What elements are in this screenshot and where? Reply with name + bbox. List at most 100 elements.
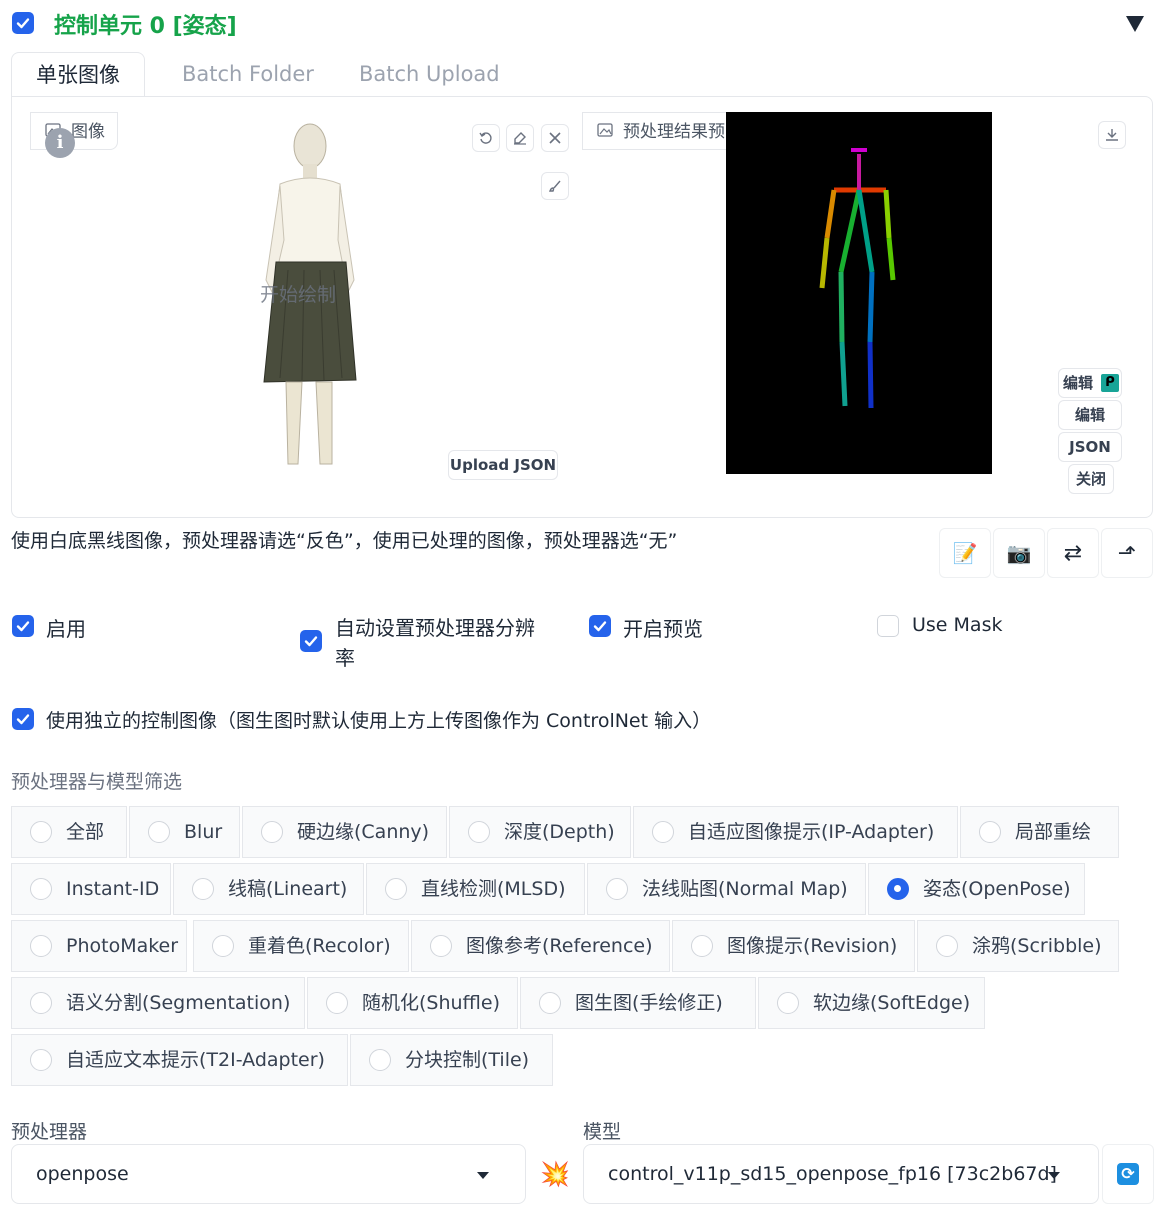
info-icon[interactable]: i <box>45 128 75 158</box>
radio-button[interactable] <box>30 878 52 900</box>
filter-option[interactable]: 全部 <box>11 806 127 858</box>
upload-json-button[interactable]: Upload JSON <box>448 450 558 480</box>
radio-button[interactable] <box>936 935 958 957</box>
arrow-up-right-icon: ⬏ <box>1117 540 1137 566</box>
start-drawing-label: 开始绘制 <box>260 284 337 306</box>
radio-button[interactable] <box>30 992 52 1014</box>
filter-option[interactable]: 硬边缘(Canny) <box>242 806 447 858</box>
radio-button[interactable] <box>606 878 628 900</box>
filter-option-label: 图生图(手绘修正) <box>575 992 723 1014</box>
filter-option[interactable]: 重着色(Recolor) <box>193 920 409 972</box>
tab-batch-folder[interactable]: Batch Folder <box>182 52 314 96</box>
radio-button[interactable] <box>192 878 214 900</box>
radio-button[interactable] <box>385 878 407 900</box>
radio-button[interactable] <box>468 821 490 843</box>
radio-button[interactable] <box>979 821 1001 843</box>
image-label: 图像 <box>71 122 105 142</box>
close-preview-button[interactable]: 关闭 <box>1068 464 1114 494</box>
triangle-down-icon[interactable] <box>1126 16 1144 32</box>
download-icon[interactable] <box>1098 121 1126 149</box>
independent-image-label: 使用独立的控制图像（图生图时默认使用上方上传图像作为 ControlNet 输入… <box>46 710 712 732</box>
filter-option[interactable]: 法线贴图(Normal Map) <box>587 863 866 915</box>
model-dropdown[interactable]: control_v11p_sd15_openpose_fp16 [73c2b67… <box>583 1144 1099 1204</box>
radio-button[interactable] <box>212 935 234 957</box>
send-dimensions-button[interactable]: ⬏ <box>1101 528 1153 578</box>
preview-label: 预处理结果预览 <box>623 122 742 142</box>
filter-option[interactable]: 局部重绘 <box>960 806 1119 858</box>
filter-option-label: PhotoMaker <box>66 935 179 957</box>
filter-option[interactable]: 分块控制(Tile) <box>350 1034 553 1086</box>
run-preprocessor-button[interactable]: 💥 <box>529 1144 581 1204</box>
radio-button[interactable] <box>777 992 799 1014</box>
preprocessor-value: openpose <box>36 1163 129 1185</box>
webcam-button[interactable]: 📷 <box>993 528 1045 578</box>
filter-option[interactable]: Instant-ID <box>11 863 171 915</box>
unit-enable-checkbox[interactable] <box>12 12 34 34</box>
filter-option[interactable]: 姿态(OpenPose) <box>868 863 1085 915</box>
filter-option-label: 自适应图像提示(IP-Adapter) <box>688 821 935 843</box>
filter-option[interactable]: 随机化(Shuffle) <box>307 977 518 1029</box>
radio-button[interactable] <box>887 878 909 900</box>
image-canvas[interactable]: 开始绘制 <box>30 112 580 472</box>
filter-option[interactable]: 直线检测(MLSD) <box>366 863 585 915</box>
brush-icon[interactable] <box>541 172 569 200</box>
close-icon[interactable] <box>541 124 569 152</box>
preview-label: 开启预览 <box>623 617 703 641</box>
filter-option-label: 自适应文本提示(T2I-Adapter) <box>66 1049 325 1071</box>
filter-option[interactable]: 深度(Depth) <box>449 806 631 858</box>
use-mask-checkbox[interactable] <box>877 615 899 637</box>
mirror-button[interactable]: ⇄ <box>1047 528 1099 578</box>
auto-resolution-checkbox[interactable] <box>300 630 322 652</box>
radio-button[interactable] <box>326 992 348 1014</box>
radio-button[interactable] <box>652 821 674 843</box>
filter-option[interactable]: 涂鸦(Scribble) <box>917 920 1119 972</box>
independent-image-checkbox[interactable] <box>12 708 34 730</box>
tab-batch-upload[interactable]: Batch Upload <box>359 52 500 96</box>
filter-option-label: 重着色(Recolor) <box>248 935 391 957</box>
radio-button[interactable] <box>30 821 52 843</box>
filter-option[interactable]: 语义分割(Segmentation) <box>11 977 305 1029</box>
enable-label: 启用 <box>46 617 86 641</box>
undo-icon[interactable] <box>472 124 500 152</box>
image-icon <box>597 113 613 151</box>
pose-preview-image <box>726 112 992 474</box>
filter-option[interactable]: 线稿(Lineart) <box>173 863 364 915</box>
edit-document-icon: 📝 <box>952 541 978 565</box>
filter-option[interactable]: 自适应图像提示(IP-Adapter) <box>633 806 958 858</box>
filter-option[interactable]: Blur <box>129 806 240 858</box>
radio-button[interactable] <box>369 1049 391 1071</box>
preprocessor-dropdown[interactable]: openpose <box>11 1144 526 1204</box>
enable-checkbox[interactable] <box>12 615 34 637</box>
eraser-icon[interactable] <box>506 124 534 152</box>
preview-checkbox[interactable] <box>589 615 611 637</box>
edit-photopea-button[interactable]: 编辑 ᑭ <box>1058 368 1122 398</box>
auto-resolution-label: 自动设置预处理器分辨率 <box>335 616 535 670</box>
filter-option[interactable]: 图像提示(Revision) <box>672 920 915 972</box>
radio-button[interactable] <box>30 1049 52 1071</box>
filter-option-label: 涂鸦(Scribble) <box>972 935 1102 957</box>
filter-option[interactable]: 图生图(手绘修正) <box>520 977 756 1029</box>
radio-button[interactable] <box>148 821 170 843</box>
filter-option-label: 图像参考(Reference) <box>466 935 653 957</box>
swap-icon: ⇄ <box>1063 540 1083 566</box>
tab-single-image[interactable]: 单张图像 <box>11 52 145 99</box>
edit-button[interactable]: 编辑 <box>1058 400 1122 430</box>
filter-option-label: 分块控制(Tile) <box>405 1049 530 1071</box>
refresh-models-button[interactable]: ⟳ <box>1102 1144 1154 1204</box>
radio-button[interactable] <box>30 935 52 957</box>
radio-button[interactable] <box>539 992 561 1014</box>
filter-option[interactable]: 软边缘(SoftEdge) <box>758 977 985 1029</box>
filter-option[interactable]: PhotoMaker <box>11 920 187 972</box>
filter-option[interactable]: 图像参考(Reference) <box>411 920 670 972</box>
camera-icon: 📷 <box>1006 541 1032 565</box>
radio-button[interactable] <box>691 935 713 957</box>
radio-button[interactable] <box>261 821 283 843</box>
radio-button[interactable] <box>430 935 452 957</box>
model-label: 模型 <box>583 1121 622 1143</box>
photopea-icon: ᑭ <box>1101 374 1119 392</box>
filter-option[interactable]: 自适应文本提示(T2I-Adapter) <box>11 1034 348 1086</box>
json-button[interactable]: JSON <box>1058 432 1122 462</box>
new-canvas-button[interactable]: 📝 <box>939 528 991 578</box>
filter-option-label: 法线贴图(Normal Map) <box>642 878 848 900</box>
filter-option-label: 语义分割(Segmentation) <box>66 992 291 1014</box>
